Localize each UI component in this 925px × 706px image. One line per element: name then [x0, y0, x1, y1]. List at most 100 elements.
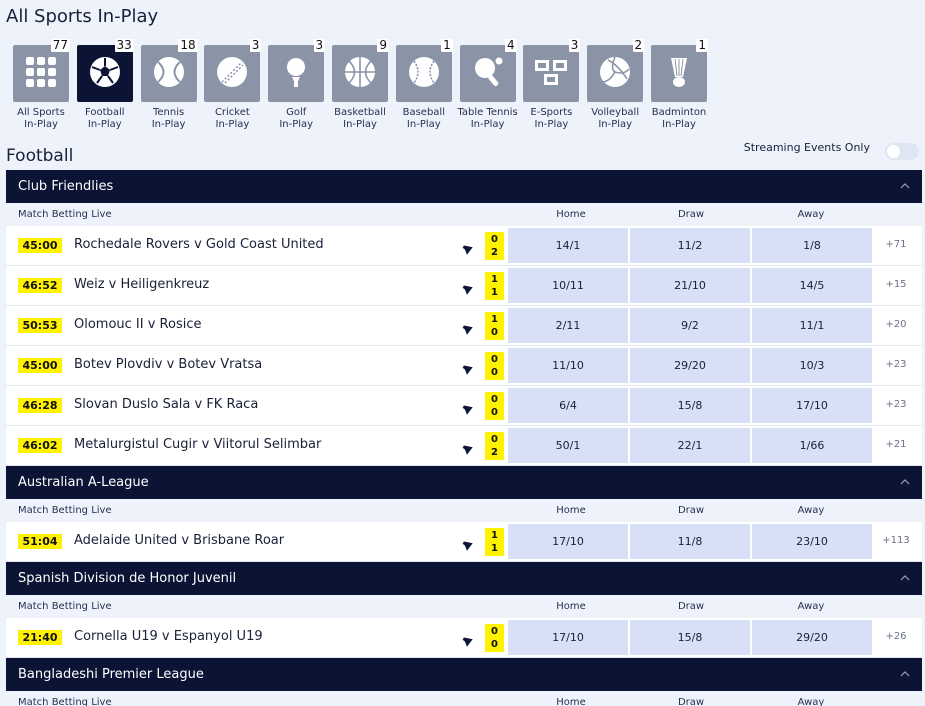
odds-home-button[interactable]: 50/1 — [508, 428, 628, 463]
sport-tile — [395, 45, 452, 102]
sport-count: 9 — [377, 38, 389, 52]
odds-draw-button[interactable]: 15/8 — [630, 620, 750, 655]
competition-header[interactable]: Spanish Division de Honor Juvenil — [6, 562, 922, 595]
section-title: Football — [6, 146, 74, 166]
competition-name: Australian A-League — [18, 475, 149, 490]
match-score: 02 — [485, 232, 504, 260]
baseball-icon — [407, 55, 441, 93]
odds-home-button[interactable]: 11/10 — [508, 348, 628, 383]
sport-tile — [459, 45, 516, 102]
col-home: Home — [556, 601, 586, 612]
sport-count: 1 — [696, 38, 708, 52]
match-row: 46:52 Weiz v Heiligenkreuz 11 10/11 21/1… — [6, 266, 922, 306]
odds-away-button[interactable]: 10/3 — [752, 348, 872, 383]
basketball-icon — [343, 55, 377, 93]
sport-count: 33 — [114, 38, 134, 52]
col-away: Away — [797, 209, 825, 220]
odds-away-button[interactable]: 17/10 — [752, 388, 872, 423]
odds-home-button[interactable]: 17/10 — [508, 620, 628, 655]
sport-tile — [332, 45, 388, 102]
odds-away-button[interactable]: 1/8 — [752, 228, 872, 263]
match-teams[interactable]: Adelaide United v Brisbane Roar — [74, 533, 284, 548]
chevron-up-icon[interactable] — [900, 668, 910, 678]
match-teams[interactable]: Metalurgistul Cugir v Viitorul Selimbar — [74, 437, 321, 452]
match-teams[interactable]: Cornella U19 v Espanyol U19 — [74, 629, 263, 644]
competition-header[interactable]: Club Friendlies — [6, 170, 922, 203]
col-draw: Draw — [677, 697, 705, 706]
chevron-up-icon[interactable] — [900, 180, 910, 190]
sport-count: 4 — [504, 38, 517, 52]
competition-header[interactable]: Australian A-League — [6, 466, 922, 499]
more-markets-link[interactable]: +23 — [876, 399, 916, 410]
match-teams[interactable]: Botev Plovdiv v Botev Vratsa — [74, 357, 262, 372]
match-teams[interactable]: Rochedale Rovers v Gold Coast United — [74, 237, 324, 252]
more-markets-link[interactable]: +71 — [876, 239, 916, 250]
match-score: 11 — [485, 272, 504, 300]
stream-icon — [462, 280, 474, 295]
odds-draw-button[interactable]: 15/8 — [630, 388, 750, 423]
sports-filter-bar: 77 All Sports In-Play 33 Football In-Play … — [12, 38, 912, 140]
market-header: Match Betting Live Home Draw Away — [6, 595, 922, 618]
odds-away-button[interactable]: 23/10 — [752, 524, 872, 559]
market-label: Match Betting Live — [18, 601, 112, 612]
table-tennis-icon — [471, 55, 505, 93]
match-clock: 50:53 — [18, 318, 62, 333]
match-row: 45:00 Rochedale Rovers v Gold Coast Unit… — [6, 226, 922, 266]
match-teams[interactable]: Slovan Duslo Sala v FK Raca — [74, 397, 258, 412]
col-home: Home — [556, 209, 586, 220]
more-markets-link[interactable]: +113 — [876, 535, 916, 546]
match-clock: 46:52 — [18, 278, 62, 293]
match-clock: 46:28 — [18, 398, 62, 413]
chevron-up-icon[interactable] — [900, 572, 910, 582]
badminton-icon — [662, 55, 696, 93]
stream-icon — [462, 400, 474, 415]
match-teams[interactable]: Olomouc II v Rosice — [74, 317, 202, 332]
competition-section: Spanish Division de Honor Juvenil Match … — [6, 562, 922, 658]
cricket-icon — [215, 55, 249, 93]
market-label: Match Betting Live — [18, 209, 112, 220]
odds-home-button[interactable]: 17/10 — [508, 524, 628, 559]
streaming-toggle[interactable] — [885, 143, 919, 160]
odds-draw-button[interactable]: 11/8 — [630, 524, 750, 559]
match-score: 00 — [485, 392, 504, 420]
match-teams[interactable]: Weiz v Heiligenkreuz — [74, 277, 209, 292]
toggle-knob — [887, 145, 900, 158]
odds-away-button[interactable]: 1/66 — [752, 428, 872, 463]
chevron-up-icon[interactable] — [900, 476, 910, 486]
odds-draw-button[interactable]: 11/2 — [630, 228, 750, 263]
odds-draw-button[interactable]: 21/10 — [630, 268, 750, 303]
odds-home-button[interactable]: 14/1 — [508, 228, 628, 263]
odds-draw-button[interactable]: 22/1 — [630, 428, 750, 463]
sport-count: 3 — [568, 38, 581, 52]
competition-header[interactable]: Bangladeshi Premier League — [6, 658, 922, 691]
odds-draw-button[interactable]: 9/2 — [630, 308, 750, 343]
odds-away-button[interactable]: 29/20 — [752, 620, 872, 655]
match-clock: 45:00 — [18, 358, 62, 373]
odds-home-button[interactable]: 6/4 — [508, 388, 628, 423]
odds-away-button[interactable]: 14/5 — [752, 268, 872, 303]
more-markets-link[interactable]: +21 — [876, 439, 916, 450]
market-label: Match Betting Live — [18, 505, 112, 516]
match-clock: 21:40 — [18, 630, 62, 645]
match-clock: 46:02 — [18, 438, 62, 453]
stream-icon — [462, 632, 474, 647]
competition-name: Spanish Division de Honor Juvenil — [18, 571, 237, 586]
odds-away-button[interactable]: 11/1 — [752, 308, 872, 343]
stream-icon — [462, 240, 474, 255]
tennis-icon — [152, 55, 186, 93]
odds-home-button[interactable]: 10/11 — [508, 268, 628, 303]
more-markets-link[interactable]: +15 — [876, 279, 916, 290]
stream-icon — [462, 536, 474, 551]
match-row: 46:28 Slovan Duslo Sala v FK Raca 00 6/4… — [6, 386, 922, 426]
golf-icon — [279, 55, 313, 93]
stream-icon — [462, 440, 474, 455]
market-header: Match Betting Live Home Draw Away — [6, 203, 922, 226]
odds-home-button[interactable]: 2/11 — [508, 308, 628, 343]
more-markets-link[interactable]: +20 — [876, 319, 916, 330]
more-markets-link[interactable]: +26 — [876, 631, 916, 642]
sport-tile — [204, 45, 261, 102]
competition-name: Bangladeshi Premier League — [18, 667, 204, 682]
odds-draw-button[interactable]: 29/20 — [630, 348, 750, 383]
more-markets-link[interactable]: +23 — [876, 359, 916, 370]
market-label: Match Betting Live — [18, 697, 112, 706]
